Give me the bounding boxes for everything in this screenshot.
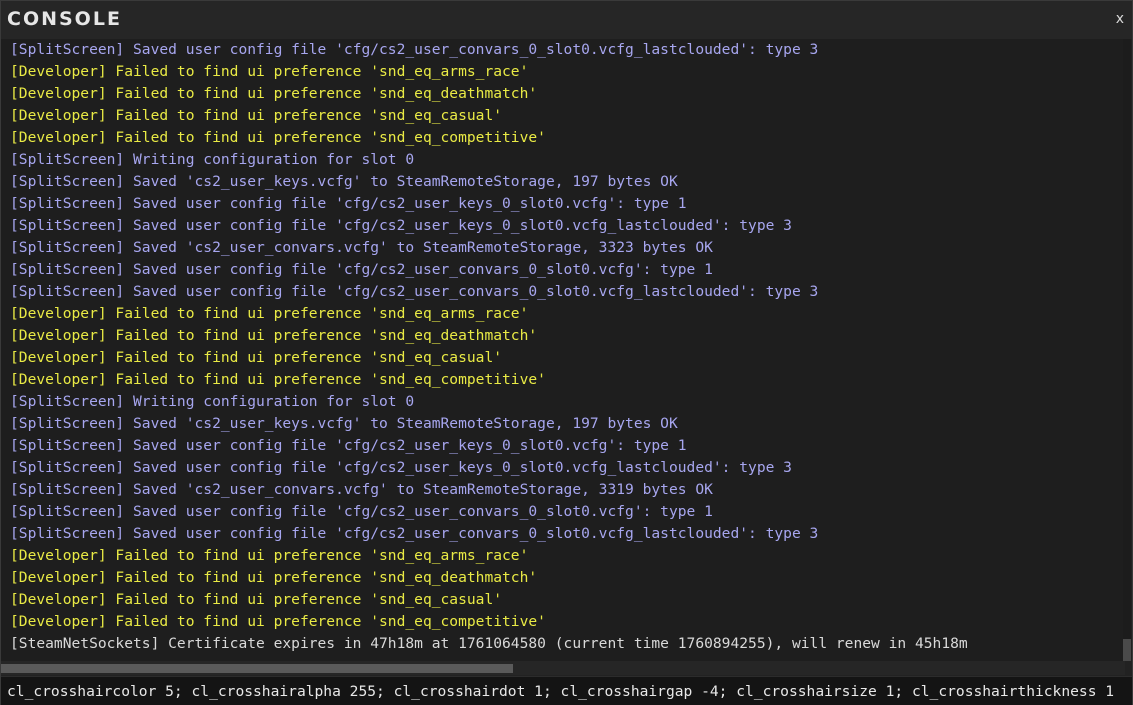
title-bar[interactable]: CONSOLE x [1, 1, 1132, 39]
log-line: [SplitScreen] Saved 'cs2_user_convars.vc… [10, 481, 713, 498]
log-line: [SplitScreen] Saved user config file 'cf… [10, 525, 819, 542]
log-line: [Developer] Failed to find ui preference… [10, 613, 546, 630]
log-line: [SplitScreen] Writing configuration for … [10, 393, 415, 410]
horizontal-scrollbar[interactable] [1, 661, 1125, 675]
vertical-scroll-thumb[interactable] [1123, 639, 1131, 661]
log-line: [Developer] Failed to find ui preference… [10, 129, 546, 146]
log-line: [Developer] Failed to find ui preference… [10, 63, 529, 80]
log-line: [Developer] Failed to find ui preference… [10, 371, 546, 388]
log-line: [Developer] Failed to find ui preference… [10, 327, 538, 344]
log-line: [SplitScreen] Saved user config file 'cf… [10, 41, 819, 58]
log-line: [Developer] Failed to find ui preference… [10, 305, 529, 322]
log-line: [SplitScreen] Saved user config file 'cf… [10, 437, 687, 454]
log-line: [Developer] Failed to find ui preference… [10, 349, 503, 366]
command-input-row [1, 676, 1132, 705]
console-log[interactable]: [SplitScreen] Saved user config file 'cf… [1, 39, 1125, 661]
log-line: [Developer] Failed to find ui preference… [10, 569, 538, 586]
log-line: [SplitScreen] Saved user config file 'cf… [10, 217, 792, 234]
console-window: CONSOLE x [SplitScreen] Saved user confi… [0, 0, 1133, 705]
log-line: [SplitScreen] Saved user config file 'cf… [10, 261, 713, 278]
window-title: CONSOLE [7, 8, 122, 30]
vertical-scrollbar[interactable] [1123, 39, 1131, 661]
log-line: [SplitScreen] Saved user config file 'cf… [10, 503, 713, 520]
log-line: [SplitScreen] Saved user config file 'cf… [10, 283, 819, 300]
log-line: [Developer] Failed to find ui preference… [10, 107, 503, 124]
log-line: [SplitScreen] Saved 'cs2_user_keys.vcfg'… [10, 415, 678, 432]
log-line: [SplitScreen] Saved user config file 'cf… [10, 459, 792, 476]
log-line: [SteamNetSockets] Certificate expires in… [10, 635, 968, 652]
log-line: [SplitScreen] Saved 'cs2_user_convars.vc… [10, 239, 713, 256]
log-line: [SplitScreen] Saved user config file 'cf… [10, 195, 687, 212]
log-line: [Developer] Failed to find ui preference… [10, 591, 503, 608]
horizontal-scroll-thumb[interactable] [1, 664, 513, 673]
log-line: [Developer] Failed to find ui preference… [10, 85, 538, 102]
log-line: [Developer] Failed to find ui preference… [10, 547, 529, 564]
log-line: [SplitScreen] Saved 'cs2_user_keys.vcfg'… [10, 173, 678, 190]
command-input[interactable] [1, 677, 1132, 705]
close-button[interactable]: x [1116, 12, 1124, 26]
log-line: [SplitScreen] Writing configuration for … [10, 151, 415, 168]
